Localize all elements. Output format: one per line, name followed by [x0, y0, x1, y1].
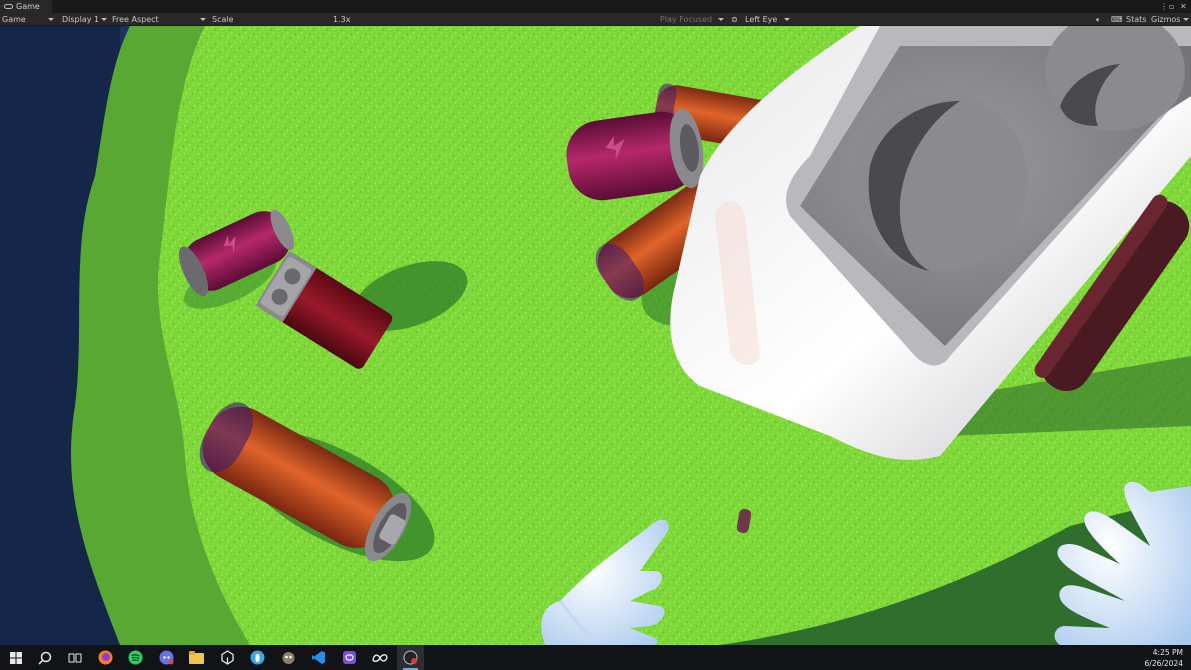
maximize-icon[interactable]: ▫	[1169, 0, 1174, 13]
vr-eye-icon: ⊜	[731, 15, 738, 24]
search-icon[interactable]	[35, 648, 54, 667]
start-icon[interactable]	[6, 648, 25, 667]
file-explorer-icon[interactable]	[187, 648, 206, 667]
play-mode-label: Play Focused	[660, 15, 713, 24]
unity-icon[interactable]	[218, 648, 237, 667]
system-clock[interactable]: 4:25 PM 6/26/2024	[1145, 647, 1183, 669]
task-view-icon[interactable]	[65, 648, 84, 667]
gamepad-icon	[4, 4, 13, 9]
audio-mute-icon[interactable]: 🔈︎	[1096, 13, 1101, 26]
game-view-toolbar: Game Display 1 Free Aspect Scale 1.3x Pl…	[0, 13, 1191, 36]
aspect-label: Free Aspect	[112, 15, 159, 24]
close-icon[interactable]: ✕	[1180, 0, 1187, 13]
eye-label: Left Eye	[745, 15, 778, 24]
scale-label: Scale	[212, 15, 234, 24]
gizmos-label: Gizmos	[1151, 15, 1181, 24]
oculus-icon[interactable]	[340, 648, 359, 667]
game-view-dropdown[interactable]: Game	[2, 13, 54, 26]
display-label: Display 1	[62, 15, 100, 24]
shortcuts-icon[interactable]: ⌨︎	[1111, 13, 1123, 26]
scale-value: 1.3x	[333, 15, 351, 24]
discord-icon[interactable]	[157, 648, 176, 667]
eye-dropdown[interactable]: Left Eye	[745, 13, 790, 26]
play-mode-dropdown[interactable]: Play Focused	[660, 13, 724, 26]
game-tab[interactable]: Game	[0, 0, 52, 13]
editor-tab-row: Game ⋮ ▫ ✕	[0, 0, 1191, 13]
gimp-icon[interactable]	[279, 648, 298, 667]
clock-time: 4:25 PM	[1152, 648, 1183, 657]
vscode-icon[interactable]	[309, 648, 328, 667]
display-dropdown[interactable]: Display 1	[62, 13, 107, 26]
aspect-dropdown[interactable]: Free Aspect	[112, 13, 206, 26]
more-options-icon[interactable]: ⋮	[1160, 0, 1168, 13]
meta-icon[interactable]	[370, 648, 389, 667]
stats-button[interactable]: Stats	[1126, 13, 1146, 26]
vr-app-icon[interactable]	[248, 648, 267, 667]
recorder-icon[interactable]	[397, 645, 424, 670]
clock-date: 6/26/2024	[1144, 659, 1183, 668]
gizmos-dropdown[interactable]: Gizmos	[1151, 13, 1189, 26]
spotify-icon[interactable]	[126, 648, 145, 667]
game-view-label: Game	[2, 15, 26, 24]
windows-taskbar: 4:25 PM 6/26/2024	[0, 645, 1191, 670]
game-tab-label: Game	[16, 2, 40, 11]
game-scene	[0, 26, 1191, 645]
game-viewport[interactable]	[0, 26, 1191, 645]
firefox-icon[interactable]	[96, 648, 115, 667]
